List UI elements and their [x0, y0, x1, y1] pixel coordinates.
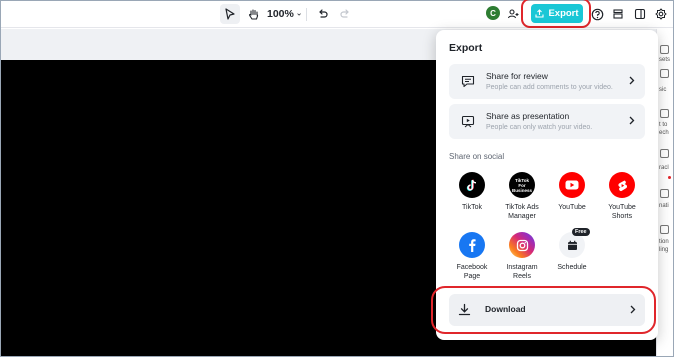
cursor-icon	[225, 8, 235, 20]
help-icon	[591, 8, 603, 20]
avatar[interactable]: C	[486, 6, 500, 20]
schedule-button[interactable]: Free Schedule	[549, 228, 595, 272]
undo-button[interactable]	[314, 4, 332, 24]
schedule-label: Schedule	[557, 264, 587, 271]
share-youtube-button[interactable]: YouTube	[549, 172, 595, 212]
rail-label: ech	[659, 130, 669, 136]
hand-icon	[248, 8, 258, 20]
panel-title: Export	[449, 42, 483, 54]
rail-icon[interactable]	[660, 69, 669, 78]
share-for-review-button[interactable]: Share for review People can add comments…	[449, 64, 645, 99]
select-tool-button[interactable]	[220, 4, 240, 24]
zoom-dropdown[interactable]: 100%	[267, 4, 301, 24]
presentation-icon	[461, 115, 475, 128]
instagram-reels-label: Instagram Reels	[506, 264, 538, 280]
tiktok-icon	[459, 172, 485, 198]
rail-icon[interactable]	[660, 225, 669, 234]
rail-icon[interactable]	[660, 189, 669, 198]
help-button[interactable]	[589, 4, 605, 24]
undo-icon	[319, 9, 328, 18]
panel-toggle-button[interactable]	[632, 4, 648, 24]
comment-icon	[461, 75, 475, 88]
facebook-page-label: Facebook Page	[456, 264, 488, 280]
chevron-right-icon	[629, 76, 635, 85]
rail-label: sic	[659, 87, 667, 93]
rail-icon[interactable]	[660, 149, 669, 158]
gear-icon	[655, 8, 667, 20]
share-facebook-page-button[interactable]: Facebook Page	[449, 232, 495, 281]
instagram-icon	[509, 232, 535, 258]
youtube-shorts-icon	[609, 172, 635, 198]
notification-dot	[668, 176, 671, 179]
chevron-down-icon	[297, 12, 301, 16]
right-rail: sets sic t to ech racl nati tion ling	[656, 29, 673, 356]
chevron-right-icon	[629, 116, 635, 125]
sidebar-icon	[634, 8, 646, 20]
youtube-label: YouTube	[558, 204, 586, 211]
rail-icon[interactable]	[660, 45, 669, 54]
rail-label: tion	[659, 239, 669, 245]
youtube-shorts-label: YouTube Shorts	[608, 204, 636, 220]
rail-icon[interactable]	[660, 109, 669, 118]
rail-label: racl	[659, 165, 669, 171]
share-tiktok-button[interactable]: TikTok	[449, 172, 495, 212]
add-user-icon	[507, 9, 519, 19]
rail-label: ling	[659, 247, 669, 253]
download-highlight	[431, 286, 656, 334]
hand-tool-button[interactable]	[243, 4, 263, 24]
share-on-social-label: Share on social	[449, 152, 505, 161]
facebook-icon	[459, 232, 485, 258]
share-review-title: Share for review	[486, 71, 548, 81]
settings-button[interactable]	[653, 4, 669, 24]
rail-label: t to	[659, 122, 668, 128]
export-highlight	[521, 0, 591, 28]
share-instagram-reels-button[interactable]: Instagram Reels	[499, 232, 545, 281]
tiktok-label: TikTok	[462, 204, 482, 211]
tiktok-ads-label: TikTok Ads Manager	[505, 204, 539, 220]
rail-label: sets	[659, 57, 671, 63]
share-youtube-shorts-button[interactable]: YouTube Shorts	[599, 172, 645, 221]
redo-button[interactable]	[336, 4, 354, 24]
rail-label: nati	[659, 203, 669, 209]
zoom-value: 100%	[267, 8, 294, 20]
share-review-subtitle: People can add comments to your video.	[486, 84, 613, 91]
share-presentation-title: Share as presentation	[486, 111, 570, 121]
share-as-presentation-button[interactable]: Share as presentation People can only wa…	[449, 104, 645, 139]
invite-user-button[interactable]	[505, 4, 521, 24]
free-badge: Free	[572, 228, 590, 236]
share-presentation-subtitle: People can only watch your video.	[486, 124, 593, 131]
tiktok-business-logo-text: TikTok For Business	[512, 177, 533, 193]
calendar-icon: Free	[559, 228, 590, 258]
youtube-icon	[559, 172, 585, 198]
redo-icon	[340, 9, 349, 18]
toolbar-divider	[306, 8, 307, 21]
layout-button[interactable]	[610, 4, 626, 24]
stack-icon	[613, 9, 623, 19]
share-tiktok-ads-button[interactable]: TikTok For Business TikTok Ads Manager	[499, 172, 545, 221]
tiktok-business-icon: TikTok For Business	[509, 172, 535, 198]
